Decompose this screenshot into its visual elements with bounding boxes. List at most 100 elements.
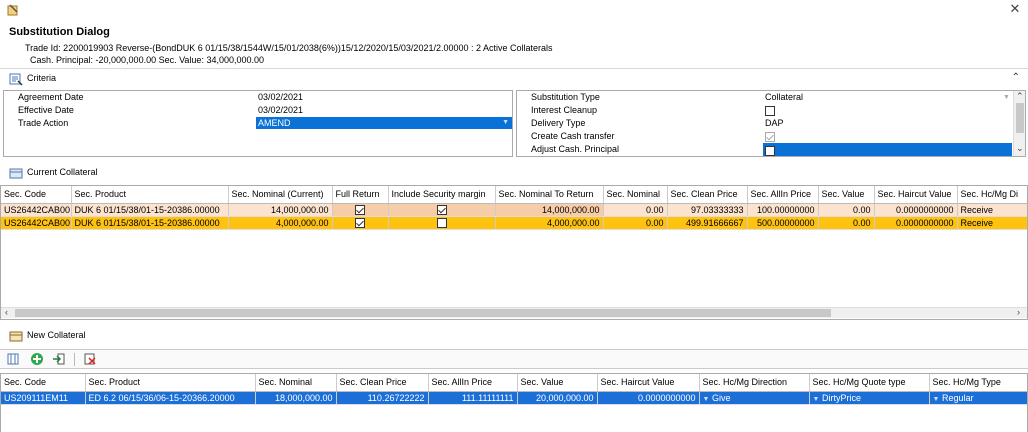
cell[interactable]: 14,000,000.00 (228, 203, 333, 217)
cell[interactable]: DUK 6 01/15/38/01-15-20386.00000 (71, 216, 229, 230)
cell[interactable]: 0.00 (603, 203, 668, 217)
cell[interactable]: US26442CAB00 (1, 216, 72, 230)
type-select[interactable]: ▼ Regular (929, 391, 1027, 405)
criteria-header[interactable]: Criteria ⌃ (0, 68, 1028, 88)
close-button[interactable]: ✕ (1008, 2, 1022, 16)
column-header[interactable]: Sec. Hc/Mg Type (929, 374, 1027, 392)
column-header[interactable]: Sec. Product (85, 374, 256, 392)
chevron-down-icon[interactable]: ▼ (933, 396, 940, 403)
cell[interactable]: 20,000,000.00 (517, 391, 598, 405)
trade-action-select[interactable]: AMEND ▼ (256, 117, 512, 129)
cell[interactable]: 500.00000000 (747, 216, 819, 230)
cell[interactable]: Receive (957, 216, 1027, 230)
current-collateral-table: Sec. Code Sec. Product Sec. Nominal (Cur… (1, 186, 1027, 230)
column-header[interactable]: Sec. Hc/Mg Quote type (809, 374, 930, 392)
column-header[interactable]: Full Return (332, 186, 389, 204)
cell[interactable]: 0.0000000000 (597, 391, 700, 405)
column-header[interactable]: Sec. Clean Price (336, 374, 429, 392)
agreement-date-field[interactable]: 03/02/2021 (258, 91, 303, 104)
horizontal-scrollbar[interactable]: ‹ › (1, 307, 1027, 318)
cell[interactable]: US26442CAB00 (1, 203, 72, 217)
column-header[interactable]: Sec. Nominal (603, 186, 668, 204)
cell[interactable]: 100.00000000 (747, 203, 819, 217)
include-margin-cell[interactable] (388, 216, 496, 230)
cell[interactable]: DUK 6 01/15/38/01-15-20386.00000 (71, 203, 229, 217)
collapse-icon[interactable]: ⌃ (1012, 72, 1020, 83)
scroll-thumb[interactable] (15, 309, 831, 317)
direction-select[interactable]: ▼ Give (699, 391, 810, 405)
cell[interactable]: 4,000,000.00 (495, 216, 604, 230)
field-label: Trade Action (18, 118, 69, 128)
column-header[interactable]: Sec. Nominal (255, 374, 337, 392)
table-row[interactable]: US209111EM11 ED 6.2 06/15/36/06-15-20366… (1, 391, 1027, 405)
delete-icon[interactable] (83, 352, 97, 366)
chevron-down-icon[interactable]: ▼ (502, 117, 509, 129)
cash-info: Cash. Principal: -20,000,000.00 Sec. Val… (30, 55, 264, 65)
cell[interactable]: 0.0000000000 (874, 216, 958, 230)
cell[interactable]: 499.91666667 (667, 216, 748, 230)
column-header[interactable]: Sec. Code (1, 186, 72, 204)
substitution-type-field[interactable]: Collateral (765, 91, 803, 104)
column-header[interactable]: Sec. Hc/Mg Di (957, 186, 1027, 204)
cell[interactable]: 111.11111111 (428, 391, 518, 405)
column-header[interactable]: Sec. Haircut Value (597, 374, 700, 392)
chevron-down-icon[interactable]: ▼ (703, 396, 710, 403)
columns-icon[interactable] (6, 352, 20, 366)
create-cash-transfer-checkbox[interactable] (765, 131, 775, 142)
interest-cleanup-checkbox[interactable] (765, 105, 775, 116)
full-return-checkbox[interactable] (355, 204, 365, 215)
import-icon[interactable] (52, 352, 66, 366)
chevron-down-icon[interactable]: ▼ (813, 396, 820, 403)
cell[interactable]: 0.0000000000 (874, 203, 958, 217)
delivery-type-field[interactable]: DAP (765, 117, 784, 130)
effective-date-field[interactable]: 03/02/2021 (258, 104, 303, 117)
scroll-down-icon[interactable]: ⌄ (1016, 143, 1024, 154)
cell[interactable]: 110.26722222 (336, 391, 429, 405)
column-header[interactable]: Sec. Clean Price (667, 186, 748, 204)
add-icon[interactable] (30, 352, 44, 366)
full-return-cell[interactable] (332, 203, 389, 217)
cell[interactable]: 14,000,000.00 (495, 203, 604, 217)
criteria-icon (9, 72, 23, 86)
full-return-cell[interactable] (332, 216, 389, 230)
scroll-up-icon[interactable]: ⌃ (1016, 91, 1024, 102)
cell[interactable]: 97.03333333 (667, 203, 748, 217)
scroll-left-icon[interactable]: ‹ (5, 307, 8, 317)
new-collateral-table: Sec. Code Sec. Product Sec. Nominal Sec.… (1, 374, 1027, 405)
cell[interactable]: US209111EM11 (1, 391, 86, 405)
table-row[interactable]: US26442CAB00 DUK 6 01/15/38/01-15-20386.… (1, 203, 1027, 217)
adjust-cash-principal-field[interactable] (763, 143, 1012, 156)
column-header[interactable]: Sec. Nominal (Current) (228, 186, 333, 204)
column-header[interactable]: Sec. AllIn Price (747, 186, 819, 204)
scroll-thumb[interactable] (1016, 103, 1024, 133)
adjust-cash-principal-checkbox[interactable] (765, 145, 775, 156)
column-header[interactable]: Sec. Value (517, 374, 598, 392)
table-row[interactable]: US26442CAB00 DUK 6 01/15/38/01-15-20386.… (1, 216, 1027, 230)
cell[interactable]: 0.00 (818, 216, 875, 230)
column-header[interactable]: Sec. Nominal To Return (495, 186, 604, 204)
column-header[interactable]: Sec. Haircut Value (874, 186, 958, 204)
cell[interactable]: 0.00 (603, 216, 668, 230)
full-return-checkbox[interactable] (355, 217, 365, 228)
criteria-scrollbar[interactable]: ⌃ ⌄ (1013, 91, 1025, 156)
cell[interactable]: ED 6.2 06/15/36/06-15-20366.20000 (85, 391, 256, 405)
include-margin-checkbox[interactable] (436, 217, 447, 228)
column-header[interactable]: Sec. Code (1, 374, 86, 392)
cell[interactable]: 0.00 (818, 203, 875, 217)
column-header[interactable]: Include Security margin (388, 186, 496, 204)
cell[interactable]: Receive (957, 203, 1027, 217)
column-header[interactable]: Sec. Value (818, 186, 875, 204)
column-header[interactable]: Sec. Hc/Mg Direction (699, 374, 810, 392)
chevron-down-icon[interactable]: ▼ (1003, 91, 1010, 104)
current-collateral-header[interactable]: Current Collateral (0, 163, 1028, 183)
column-header[interactable]: Sec. AllIn Price (428, 374, 518, 392)
cell[interactable]: 4,000,000.00 (228, 216, 333, 230)
new-collateral-header[interactable]: New Collateral (0, 326, 1028, 346)
column-header[interactable]: Sec. Product (71, 186, 229, 204)
scroll-right-icon[interactable]: › (1017, 307, 1020, 317)
include-margin-checkbox[interactable] (436, 204, 447, 215)
cell[interactable]: 18,000,000.00 (255, 391, 337, 405)
criteria-right-panel: Substitution Type Collateral ▼ Interest … (516, 90, 1026, 157)
quote-type-select[interactable]: ▼ DirtyPrice (809, 391, 930, 405)
include-margin-cell[interactable] (388, 203, 496, 217)
